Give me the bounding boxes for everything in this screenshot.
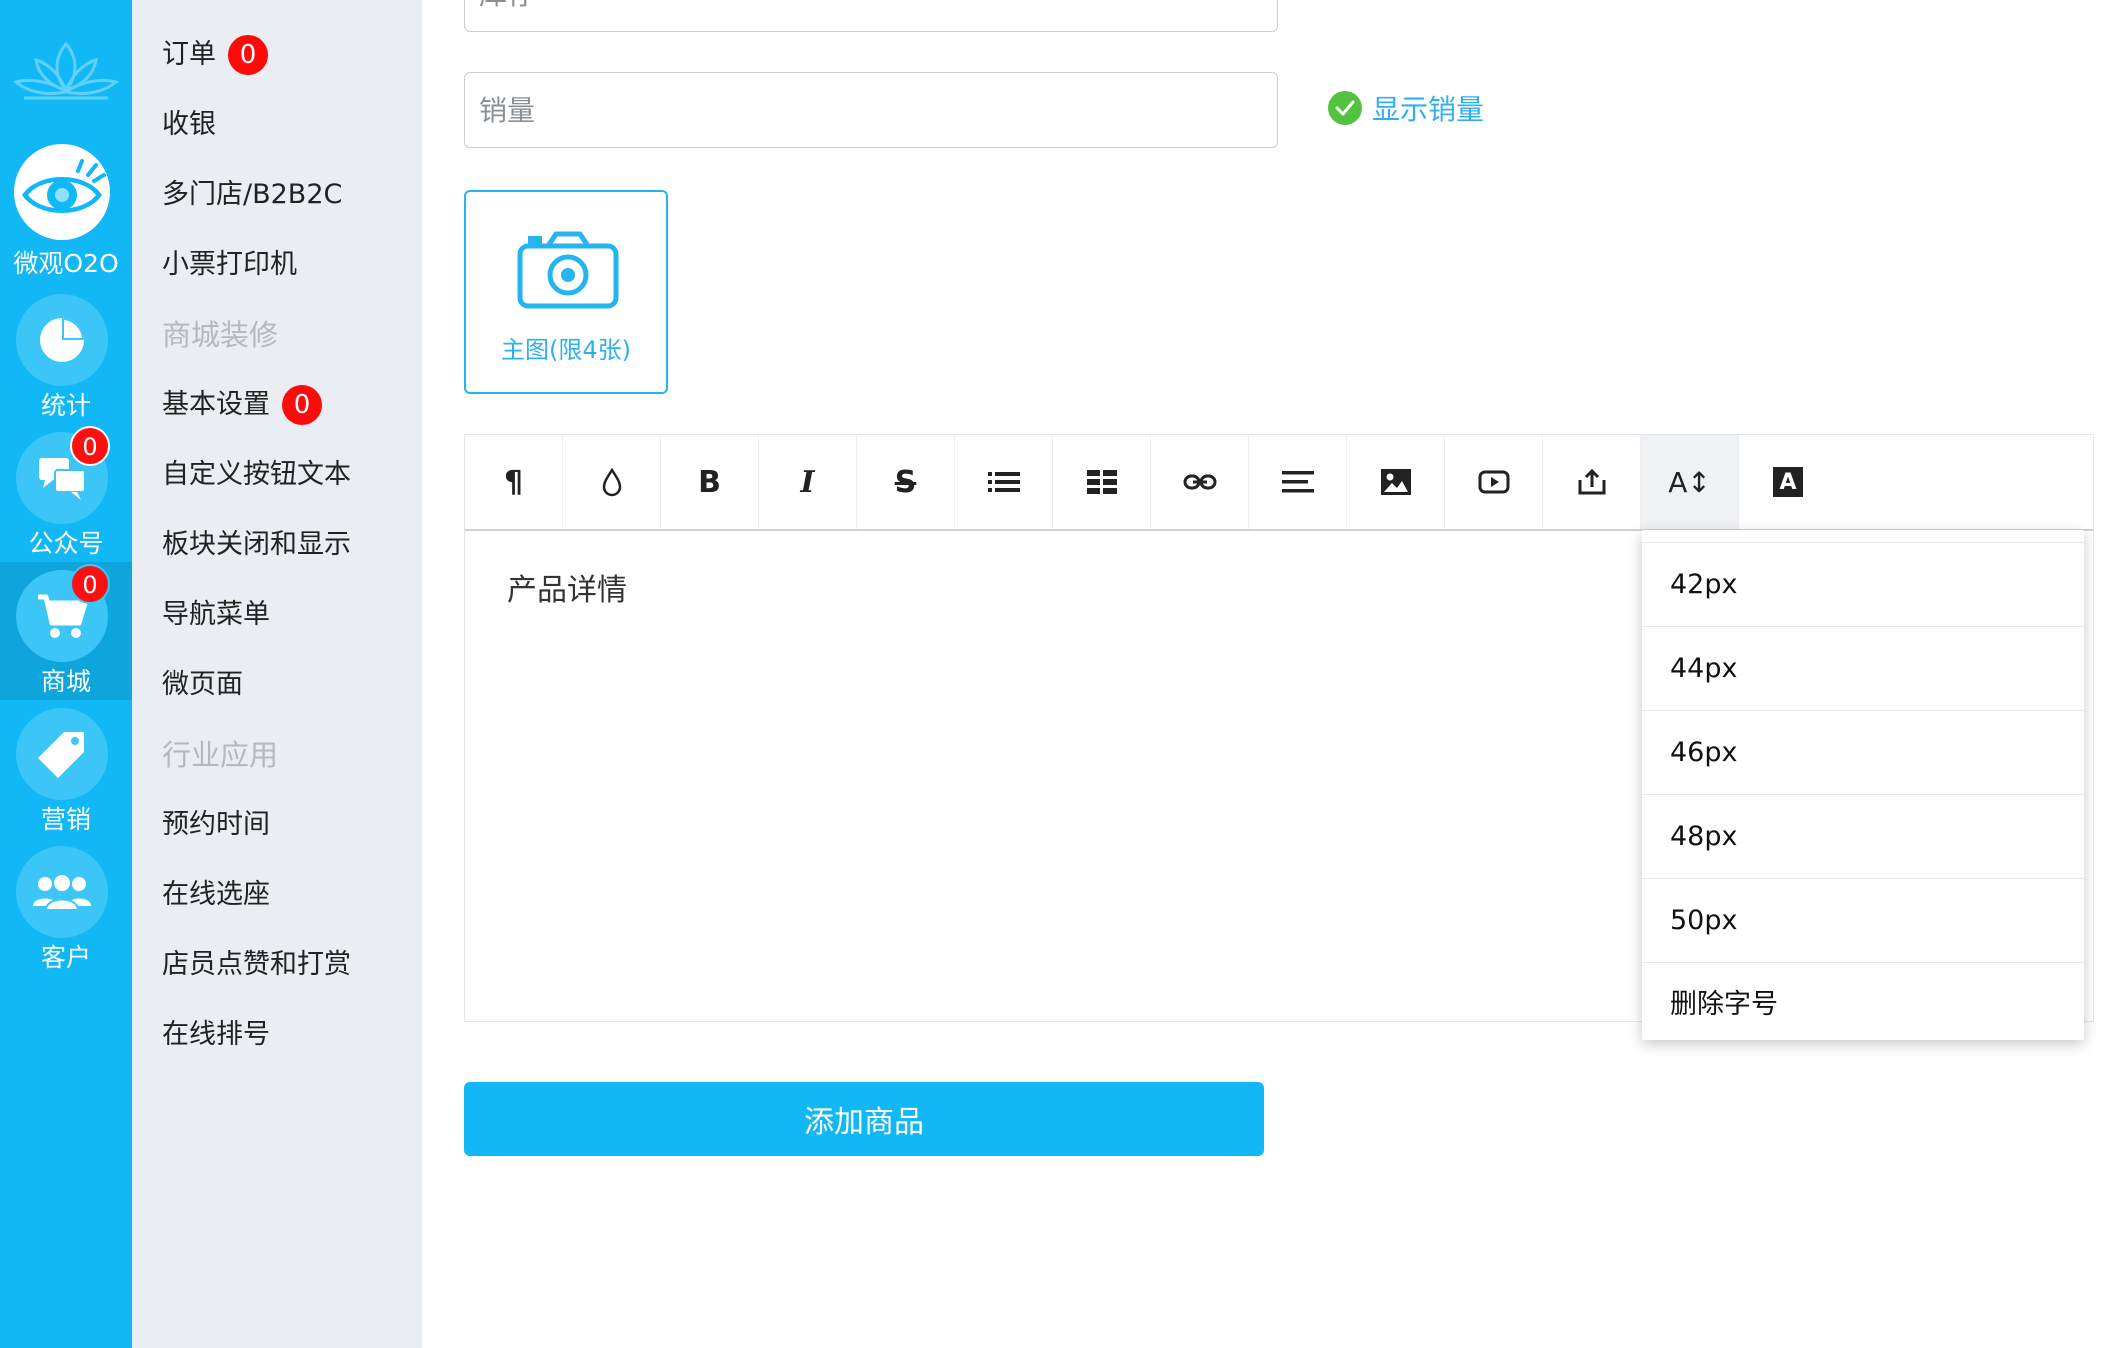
camera-icon [517,231,619,309]
font-size-option[interactable]: 50px [1642,878,2084,962]
menu-item-orders[interactable]: 订单 0 [162,30,268,80]
menu-item-staff-tips[interactable]: 店员点赞和打赏 [162,940,351,990]
rail-label: 公众号 [28,529,104,558]
menu-item-micro-page[interactable]: 微页面 [162,660,243,710]
image-icon[interactable] [1347,435,1445,529]
font-size-dropdown: 42px 44px 46px 48px 50px 删除字号 [1642,530,2084,1040]
font-size-option[interactable]: 46px [1642,710,2084,794]
check-circle-icon [1328,91,1362,125]
menu-item-custom-button-text[interactable]: 自定义按钮文本 [162,450,351,500]
menu-item-label: 收银 [162,109,216,140]
menu-item-label: 板块关闭和显示 [162,529,351,560]
menu-item-booking-time[interactable]: 预约时间 [162,800,270,850]
menu-item-label: 微页面 [162,669,243,700]
color-drop-icon[interactable] [563,435,661,529]
rail-label: 营销 [40,805,91,834]
rail-item-marketing[interactable]: 营销 [0,700,132,838]
editor-toolbar: ¶ B I S A↕ A [465,435,2093,531]
remove-font-size-option[interactable]: 删除字号 [1642,962,2084,1046]
menu-section-industry-apps: 行业应用 [162,730,278,780]
menu-item-receipt-printer[interactable]: 小票打印机 [162,240,297,290]
bold-icon[interactable]: B [661,435,759,529]
add-product-button[interactable]: 添加商品 [464,1082,1264,1156]
menu-item-seat-selection[interactable]: 在线选座 [162,870,270,920]
pie-chart-icon [16,294,108,386]
stock-input[interactable] [465,0,1277,31]
font-size-option[interactable]: 44px [1642,626,2084,710]
menu-item-label: 在线选座 [162,879,270,910]
editor-content[interactable]: 产品详情 [507,565,627,609]
upload-icon[interactable] [1543,435,1641,529]
align-icon[interactable] [1249,435,1347,529]
menu-item-label: 店员点赞和打赏 [162,949,351,980]
rail-item-customers[interactable]: 客户 [0,838,132,976]
menu-item-label: 在线排号 [162,1019,270,1050]
menu-item-multi-store[interactable]: 多门店/B2B2C [162,170,342,220]
menu-section-label: 商城装修 [162,318,279,352]
menu-item-label: 导航菜单 [162,599,270,630]
rail-label: 微观O2O [13,249,119,278]
menu-item-nav-menu[interactable]: 导航菜单 [162,590,270,640]
rail-label: 客户 [40,943,91,972]
menu-section-store-decoration: 商城装修 [162,310,278,360]
rail-label: 商城 [40,667,91,696]
rail-badge: 0 [70,426,110,466]
rail-item-stats[interactable]: 统计 [0,286,132,424]
menu-section-label: 行业应用 [162,738,279,772]
font-color-icon[interactable]: A [1739,435,1837,529]
rail-item-o2o[interactable]: 微观O2O [0,140,132,278]
rail-item-official-account[interactable]: 0 公众号 [0,424,132,562]
font-size-icon[interactable]: A↕ [1641,435,1739,529]
tag-icon [16,708,108,800]
menu-badge: 0 [228,35,268,75]
menu-item-label: 基本设置 [162,389,270,420]
stock-field[interactable] [464,0,1278,32]
eye-logo-icon [14,144,110,240]
menu-item-label: 预约时间 [162,809,270,840]
rail-label: 统计 [40,391,91,420]
rail-badge: 0 [70,564,110,604]
font-size-option[interactable]: 42px [1642,542,2084,626]
strikethrough-icon[interactable]: S [857,435,955,529]
show-sales-toggle[interactable]: 显示销量 [1328,86,1484,130]
icon-rail: 微观O2O 统计 0 公众号 0 商城 营销 客户 [0,0,132,1348]
menu-item-cashier[interactable]: 收银 [162,100,216,150]
rail-item-mall[interactable]: 0 商城 [0,562,132,700]
menu-item-label: 自定义按钮文本 [162,459,351,490]
menu-item-label: 订单 [162,39,216,70]
link-icon[interactable] [1151,435,1249,529]
paragraph-icon[interactable]: ¶ [465,435,563,529]
menu-item-block-toggle[interactable]: 板块关闭和显示 [162,520,351,570]
table-icon[interactable] [1053,435,1151,529]
sales-field[interactable] [464,72,1278,148]
font-size-option[interactable]: 48px [1642,794,2084,878]
main-image-upload[interactable]: 主图(限4张) [464,190,668,394]
main-image-label: 主图(限4张) [501,336,631,364]
users-icon [16,846,108,938]
submenu-panel: 订单 0 收银 多门店/B2B2C 小票打印机 商城装修 基本设置 0 自定义按… [132,0,422,1348]
list-icon[interactable] [955,435,1053,529]
show-sales-label: 显示销量 [1372,93,1485,126]
menu-item-queue-number[interactable]: 在线排号 [162,1010,270,1060]
menu-item-label: 小票打印机 [162,249,297,280]
lotus-logo-icon [12,41,120,100]
sales-input[interactable] [465,73,1277,147]
menu-item-label: 多门店/B2B2C [162,179,343,210]
italic-icon[interactable]: I [759,435,857,529]
menu-badge: 0 [282,385,322,425]
video-icon[interactable] [1445,435,1543,529]
menu-item-basic-settings[interactable]: 基本设置 0 [162,380,322,430]
